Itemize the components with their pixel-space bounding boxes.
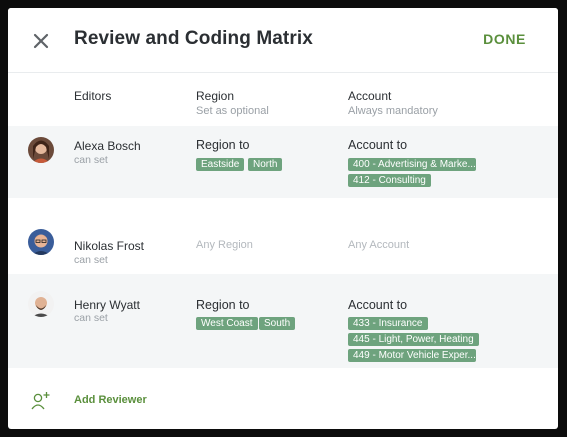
- account-chip[interactable]: 400 - Advertising & Marke...: [348, 158, 476, 171]
- account-placeholder[interactable]: Any Account: [348, 239, 409, 251]
- reviewer-name: Alexa Bosch: [74, 139, 141, 153]
- reviewer-name: Henry Wyatt: [74, 298, 140, 312]
- region-field-label: Region to: [196, 298, 250, 312]
- account-chip[interactable]: 449 - Motor Vehicle Exper...: [348, 349, 476, 362]
- region-chip[interactable]: Eastside: [196, 158, 245, 171]
- column-subtitle-account: Always mandatory: [348, 105, 438, 117]
- region-placeholder[interactable]: Any Region: [196, 239, 253, 251]
- modal-header: Review and Coding Matrix DONE: [8, 8, 558, 73]
- modal: Review and Coding Matrix DONE Editors Re…: [8, 8, 558, 429]
- account-field-label: Account to: [348, 298, 408, 312]
- account-field-label: Account to: [348, 138, 408, 152]
- reviewer-row-nikolas-frost: Nikolas Frost can set Any Region Any Acc…: [8, 198, 558, 274]
- page-title: Review and Coding Matrix: [74, 28, 313, 49]
- reviewer-permission: can set: [74, 254, 108, 266]
- reviewer-name: Nikolas Frost: [74, 239, 145, 253]
- add-reviewer-button[interactable]: Add Reviewer: [74, 394, 147, 406]
- reviewer-row-alexa-bosch: Alexa Bosch can set Region to Eastside N…: [8, 126, 558, 198]
- reviewer-permission: can set: [74, 312, 108, 324]
- add-user-icon[interactable]: [30, 390, 52, 412]
- avatar: [28, 229, 54, 255]
- done-button[interactable]: DONE: [483, 31, 526, 47]
- region-chip[interactable]: West Coast: [196, 317, 258, 330]
- region-chip[interactable]: North: [248, 158, 283, 171]
- reviewer-row-henry-wyatt: Henry Wyatt can set Region to West Coast…: [8, 274, 558, 368]
- avatar: [28, 291, 54, 317]
- account-chip[interactable]: 433 - Insurance: [348, 317, 428, 330]
- column-header-region: Region: [196, 89, 235, 103]
- column-header-editors: Editors: [74, 89, 112, 103]
- close-icon[interactable]: [30, 30, 52, 52]
- region-chip[interactable]: South: [259, 317, 296, 330]
- column-subtitle-region: Set as optional: [196, 105, 269, 117]
- column-header-account: Account: [348, 89, 392, 103]
- region-field-label: Region to: [196, 138, 250, 152]
- account-chip[interactable]: 445 - Light, Power, Heating: [348, 333, 479, 346]
- avatar: [28, 137, 54, 163]
- account-chip[interactable]: 412 - Consulting: [348, 174, 431, 187]
- add-reviewer-row[interactable]: Add Reviewer: [8, 376, 558, 429]
- reviewer-permission: can set: [74, 154, 108, 166]
